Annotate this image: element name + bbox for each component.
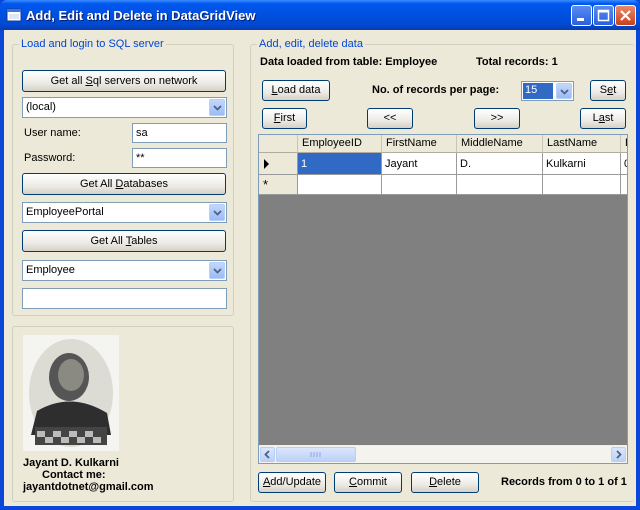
row-pointer-icon (264, 159, 269, 169)
table-value: Employee (26, 264, 75, 276)
new-row-cell[interactable] (543, 175, 621, 195)
author-group: Jayant D. Kulkarni Contact me: jayantdot… (12, 326, 234, 502)
database-dropdown-button[interactable] (209, 204, 225, 221)
close-button[interactable] (615, 5, 636, 26)
set-button[interactable]: Set (590, 80, 626, 101)
close-icon (620, 10, 631, 21)
get-databases-button[interactable]: Get All Databases (22, 173, 226, 195)
next-page-button[interactable]: >> (474, 108, 520, 129)
grid-corner-header[interactable] (259, 135, 298, 153)
table-cell-firstname[interactable]: Jayant (382, 153, 457, 175)
chevron-down-icon (213, 105, 222, 111)
records-per-page-dropdown-button[interactable] (556, 83, 572, 99)
column-header-d[interactable]: D (621, 135, 627, 153)
server-value: (local) (26, 101, 56, 113)
row-header-new[interactable]: * (259, 175, 298, 195)
login-group: Load and login to SQL server Get all Sql… (12, 38, 234, 316)
first-page-button[interactable]: First (262, 108, 307, 129)
maximize-button[interactable] (593, 5, 614, 26)
column-header-lastname[interactable]: LastName (543, 135, 621, 153)
status-textbox[interactable] (22, 288, 227, 309)
grip-icon (310, 452, 321, 457)
chevron-down-icon (560, 89, 569, 95)
column-header-employeeid[interactable]: EmployeeID (298, 135, 382, 153)
column-header-middlename[interactable]: MiddleName (457, 135, 543, 153)
new-row-cell[interactable] (298, 175, 382, 195)
client-area: Load and login to SQL server Get all Sql… (4, 30, 636, 506)
minimize-button[interactable] (571, 5, 592, 26)
title-bar[interactable]: Add, Edit and Delete in DataGridView (0, 0, 640, 30)
new-row-cell[interactable] (621, 175, 627, 195)
new-row-cell[interactable] (457, 175, 543, 195)
server-combo[interactable]: (local) (22, 97, 227, 118)
scroll-thumb[interactable] (276, 447, 356, 462)
previous-page-button[interactable]: << (367, 108, 413, 129)
records-per-page-value: 15 (523, 83, 553, 99)
server-dropdown-button[interactable] (209, 99, 225, 116)
app-window: Add, Edit and Delete in DataGridView Loa… (0, 0, 640, 510)
chevron-down-icon (213, 268, 222, 274)
last-page-button[interactable]: Last (580, 108, 626, 129)
records-range-label: Records from 0 to 1 of 1 (501, 476, 627, 488)
new-row-cell[interactable] (382, 175, 457, 195)
table-cell-d[interactable]: 0 (621, 153, 627, 175)
grid-group-title: Add, edit, delete data (257, 38, 365, 50)
scroll-left-button[interactable] (260, 447, 275, 462)
records-per-page-label: No. of records per page: (372, 84, 500, 96)
maximize-icon (597, 9, 610, 22)
author-name: Jayant D. Kulkarni (23, 457, 119, 469)
scroll-right-button[interactable] (611, 447, 626, 462)
delete-button[interactable]: Delete (411, 472, 479, 493)
get-tables-button[interactable]: Get All Tables (22, 230, 226, 252)
table-dropdown-button[interactable] (209, 262, 225, 279)
database-combo[interactable]: EmployeePortal (22, 202, 227, 223)
table-combo[interactable]: Employee (22, 260, 227, 281)
commit-button[interactable]: Commit (334, 472, 402, 493)
chevron-left-icon (264, 450, 270, 459)
table-cell-middlename[interactable]: D. (457, 153, 543, 175)
load-data-button[interactable]: Load data (262, 80, 330, 101)
password-input[interactable]: ** (132, 148, 227, 168)
username-label: User name: (24, 127, 81, 139)
chevron-down-icon (213, 210, 222, 216)
grid-horizontal-scrollbar[interactable] (259, 445, 627, 463)
total-records-label: Total records: 1 (476, 56, 558, 68)
login-group-title: Load and login to SQL server (19, 38, 166, 50)
minimize-icon (577, 18, 584, 21)
database-value: EmployeePortal (26, 206, 104, 218)
window-app-icon (6, 8, 22, 22)
column-header-firstname[interactable]: FirstName (382, 135, 457, 153)
get-servers-button[interactable]: Get all Sql servers on network (22, 70, 226, 92)
password-label: Password: (24, 152, 76, 164)
window-title: Add, Edit and Delete in DataGridView (26, 8, 256, 23)
username-value: sa (136, 127, 148, 139)
data-grid[interactable]: EmployeeID FirstName MiddleName LastName… (258, 134, 628, 464)
table-cell-employeeid[interactable]: 1 (298, 153, 382, 175)
add-update-button[interactable]: Add/Update (258, 472, 326, 493)
table-cell-lastname[interactable]: Kulkarni (543, 153, 621, 175)
loaded-table-label: Data loaded from table: Employee (260, 56, 438, 68)
author-email: jayantdotnet@gmail.com (23, 481, 154, 493)
username-input[interactable]: sa (132, 123, 227, 143)
row-header-current[interactable] (259, 153, 298, 175)
records-per-page-combo[interactable]: 15 (521, 81, 574, 101)
author-contact-label: Contact me: (42, 469, 106, 481)
password-value: ** (136, 152, 145, 164)
chevron-right-icon (616, 450, 622, 459)
author-photo (23, 335, 119, 451)
